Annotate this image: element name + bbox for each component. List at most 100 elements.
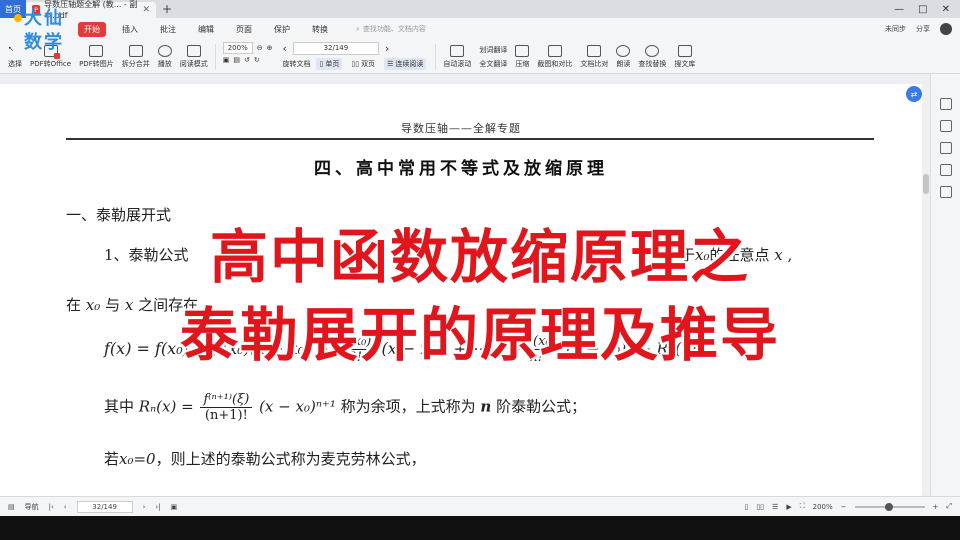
section-title: 四、高中常用不等式及放缩原理 <box>314 159 608 179</box>
zoom-slider[interactable] <box>854 502 925 511</box>
full-translate-label: 全文翻译 <box>479 60 508 68</box>
rotate-right-icon[interactable]: ↻ <box>254 56 260 64</box>
nav-panel-icon[interactable]: ▤ <box>8 503 15 511</box>
view-continuous-status-icon[interactable]: ☰ <box>772 503 778 511</box>
compress-button[interactable]: 压缩 <box>511 42 533 72</box>
search-library-label: 搜文库 <box>674 60 696 68</box>
rotate-doc-button[interactable]: 旋转文档 <box>282 59 310 69</box>
divider <box>214 44 216 70</box>
minimize-button[interactable]: — <box>894 4 904 15</box>
book-icon <box>186 45 201 57</box>
prev-page-status-icon[interactable]: ‹ <box>64 503 67 511</box>
convert-panel-icon[interactable] <box>939 120 952 132</box>
frac-num: f⁽ⁿ⁺¹⁾(ξ) <box>200 392 253 408</box>
first-page-icon[interactable]: |‹ <box>49 503 54 511</box>
menu-page[interactable]: 页面 <box>230 22 258 37</box>
window-controls: — □ ✕ <box>894 4 960 15</box>
pdf-to-office-label: PDF转Office <box>30 60 72 68</box>
reading-mode-button[interactable]: 阅读模式 <box>176 42 212 72</box>
close-tab-icon[interactable]: ✕ <box>142 5 150 15</box>
close-window-button[interactable]: ✕ <box>942 4 950 15</box>
fit-page-status-icon[interactable]: ▣ <box>171 503 178 511</box>
menu-insert[interactable]: 插入 <box>116 22 144 37</box>
play-icon <box>157 45 172 57</box>
find-replace-button[interactable]: 查找替换 <box>634 42 670 72</box>
split-merge-button[interactable]: 拆分合并 <box>118 42 154 72</box>
status-zoom-value[interactable]: 200% <box>813 503 833 511</box>
zoom-out-icon[interactable]: ⊖ <box>257 44 263 52</box>
view-double-status-icon[interactable]: ▯▯ <box>756 503 764 511</box>
view-single-status-icon[interactable]: ▯ <box>744 503 748 511</box>
header-rule <box>66 138 874 140</box>
status-bar: ▤ 导航 |‹ ‹ 32/149 › ›| ▣ ▯ ▯▯ ☰ ▶ ⛶ 200% … <box>0 496 960 516</box>
search-library-button[interactable]: 搜文库 <box>670 42 699 72</box>
menu-protect[interactable]: 保护 <box>268 22 296 37</box>
split-merge-label: 拆分合并 <box>121 60 150 68</box>
word-translate-label[interactable]: 划词翻译 <box>479 45 507 55</box>
frac-den: (n+1)! <box>204 408 248 423</box>
read-aloud-label: 朗读 <box>616 60 631 68</box>
text-fragment: 阶泰勒公式； <box>496 397 587 416</box>
zoom-slider-knob[interactable] <box>884 502 893 511</box>
view-single-page[interactable]: ▯ 单页 <box>316 58 343 70</box>
sync-status[interactable]: 未同步 <box>885 24 906 34</box>
auto-scroll-button[interactable]: 自动滚动 <box>439 42 475 72</box>
view-double-page[interactable]: ▯▯ 双页 <box>348 58 378 70</box>
scrollbar-thumb[interactable] <box>923 174 929 194</box>
avatar[interactable] <box>940 23 952 35</box>
menu-bar: 开始 插入 批注 编辑 页面 保护 转换 ⌕ 查找功能、文档内容 未同步 分享 <box>0 18 960 40</box>
read-aloud-button[interactable]: 朗读 <box>612 42 634 72</box>
status-page-input[interactable]: 32/149 <box>76 500 133 513</box>
maclaurin-line: 若x₀=0，则上述的泰勒公式称为麦克劳林公式， <box>104 448 426 469</box>
view-continuous-label: 连续阅读 <box>395 60 424 68</box>
nav-panel-label[interactable]: 导航 <box>25 502 39 512</box>
play-label: 播放 <box>157 60 172 68</box>
find-replace-label: 查找替换 <box>638 60 667 68</box>
doc-compare-label: 文档比对 <box>580 60 609 68</box>
menu-convert[interactable]: 转换 <box>306 22 334 37</box>
overlay-title-line-2: 泰勒展开的原理及推导 <box>179 301 780 369</box>
zoom-panel-icon[interactable] <box>939 98 952 110</box>
running-header: 导数压轴——全解专题 <box>401 122 521 135</box>
menu-annotate[interactable]: 批注 <box>154 22 182 37</box>
zoom-out-status-icon[interactable]: − <box>841 503 847 511</box>
screenshot-compare-button[interactable]: 截图和对比 <box>533 42 576 72</box>
tab-bar: 首页 P 导数压轴题全解 (教... - 副本.pdf ✕ + — □ ✕ <box>0 0 960 20</box>
condition-x0-zero: x₀=0 <box>119 450 156 468</box>
status-right: ▯ ▯▯ ☰ ▶ ⛶ 200% − + ⤢ <box>744 502 952 511</box>
last-page-icon[interactable]: ›| <box>155 503 160 511</box>
page-navigation: ‹ 32/149 › 旋转文档 ▯ 单页 ▯▯ 双页 ☰ 连续阅读 <box>276 42 432 70</box>
fit-width-status-icon[interactable]: ⤢ <box>946 502 952 511</box>
zoom-select[interactable]: 200% <box>222 42 253 54</box>
search-box[interactable]: ⌕ 查找功能、文档内容 <box>356 24 426 34</box>
play-status-icon[interactable]: ▶ <box>786 503 791 511</box>
auto-scroll-label: 自动滚动 <box>443 60 472 68</box>
new-tab-button[interactable]: + <box>162 2 172 16</box>
view-continuous[interactable]: ☰ 连续阅读 <box>384 58 427 70</box>
maximize-button[interactable]: □ <box>918 4 927 15</box>
rotate-left-icon[interactable]: ↺ <box>244 56 250 64</box>
translate-button[interactable]: 划词翻译 全文翻译 <box>475 42 511 72</box>
fit-width-icon[interactable]: ▤ <box>233 56 240 64</box>
page-input[interactable]: 32/149 <box>292 42 379 55</box>
assistant-float-button[interactable]: ⇄ <box>906 86 922 102</box>
settings-panel-icon[interactable] <box>939 164 952 176</box>
prev-page-icon[interactable]: ‹ <box>282 42 286 55</box>
toolbar: ↖ 选择 PDF转Office PDF转图片 拆分合并 播放 阅读模式 200%… <box>0 40 960 74</box>
fullscreen-icon[interactable]: ⛶ <box>800 502 805 511</box>
reading-mode-label: 阅读模式 <box>179 60 208 68</box>
menu-edit[interactable]: 编辑 <box>192 22 220 37</box>
continuous-icon: ☰ <box>387 60 394 68</box>
magnifier-icon <box>645 45 660 57</box>
doc-compare-button[interactable]: 文档比对 <box>576 42 612 72</box>
zoom-in-status-icon[interactable]: + <box>933 503 939 511</box>
play-button[interactable]: 播放 <box>154 42 176 72</box>
zoom-in-icon[interactable]: ⊕ <box>267 44 273 52</box>
library-icon <box>677 45 692 57</box>
next-page-icon[interactable]: › <box>385 42 389 55</box>
share-button[interactable]: 分享 <box>916 24 930 34</box>
sliders-panel-icon[interactable] <box>939 186 952 198</box>
fit-page-icon[interactable]: ▣ <box>223 56 230 64</box>
properties-panel-icon[interactable] <box>939 142 952 154</box>
next-page-status-icon[interactable]: › <box>143 503 146 511</box>
